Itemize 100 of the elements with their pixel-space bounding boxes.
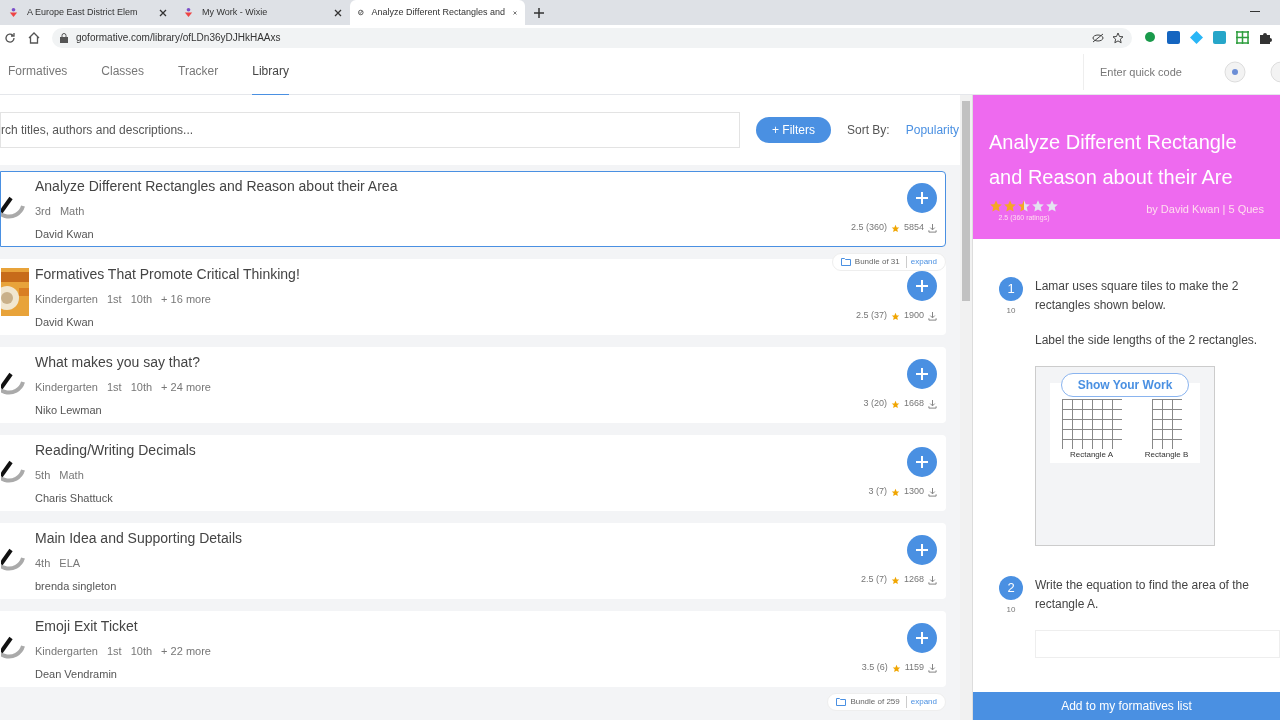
star-icon[interactable] bbox=[1112, 31, 1124, 44]
rating-text: 3 (7) bbox=[868, 485, 887, 499]
extension-icon[interactable] bbox=[1190, 31, 1203, 44]
puzzle-icon[interactable] bbox=[1259, 31, 1272, 44]
download-count: 1668 bbox=[903, 397, 924, 411]
add-button[interactable] bbox=[907, 359, 937, 390]
grade-tag: 10th bbox=[130, 379, 153, 396]
question-text: Lamar uses square tiles to make the 2 rectangles shown below. bbox=[1035, 278, 1240, 314]
grade-tag: Math bbox=[59, 203, 85, 220]
folder-icon bbox=[836, 698, 847, 706]
tab-title: My Work - Wixie bbox=[202, 5, 269, 19]
grade-tag: + 22 more bbox=[161, 643, 211, 660]
author-name: David Kwan bbox=[35, 314, 95, 330]
rating-star-icon bbox=[1045, 199, 1059, 213]
rating-text: 2.5 (360) bbox=[850, 221, 887, 235]
url-text: goformative.com/library/ofLDn36yDJHkHAAxs bbox=[76, 31, 282, 45]
formative-card[interactable]: Analyze Different Rectangles and Reason about their Area 3rd Math David Kwan 2.5 (360) 5854 bbox=[0, 171, 946, 247]
rating-text: 3 (20) bbox=[863, 397, 887, 411]
preview-byline: by David Kwan | 5 Ques bbox=[1146, 202, 1264, 217]
formative-card[interactable]: What makes you say that? Kindergarten 1st 10th + 24 more Niko Lewman 3 (20) 1668 bbox=[0, 347, 946, 423]
formative-card[interactable]: Main Idea and Supporting Details 4th ELA brenda singleton 2.5 (7) 1268 bbox=[0, 523, 946, 599]
expand-link[interactable]: expand bbox=[905, 696, 937, 708]
address-bar[interactable]: goformative.com/library/ofLDn36yDJHkHAAxs bbox=[52, 27, 1132, 48]
nav-tab[interactable]: Formatives bbox=[8, 48, 68, 96]
formative-title[interactable]: Main Idea and Supporting Details bbox=[35, 528, 861, 549]
download-icon bbox=[928, 663, 937, 673]
grade-tag: + 16 more bbox=[161, 291, 211, 308]
rating-text: 2.5 (37) bbox=[855, 309, 887, 323]
download-count: 1159 bbox=[904, 661, 924, 675]
extension-icon[interactable] bbox=[1213, 31, 1226, 44]
reload-icon[interactable] bbox=[4, 31, 16, 44]
author-name: brenda singleton bbox=[35, 578, 118, 594]
expand-link[interactable]: expand bbox=[905, 256, 937, 268]
author-name: Niko Lewman bbox=[35, 402, 103, 418]
grade-tag: Kindergarten bbox=[35, 379, 98, 396]
eye-slash-icon[interactable] bbox=[1092, 32, 1104, 43]
download-icon bbox=[928, 311, 937, 321]
add-button[interactable] bbox=[907, 183, 937, 214]
add-button[interactable] bbox=[907, 447, 937, 478]
question-number: 1 bbox=[999, 277, 1023, 301]
download-count: 1900 bbox=[903, 309, 924, 323]
star-icon bbox=[890, 399, 900, 409]
grade-tag: 1st bbox=[107, 643, 122, 660]
formative-title[interactable]: Reading/Writing Decimals bbox=[35, 440, 869, 461]
minimize-icon[interactable] bbox=[1250, 11, 1260, 13]
download-count: 1268 bbox=[903, 573, 924, 587]
question-text: Write the equation to find the area of the rectangle A. bbox=[1035, 577, 1250, 613]
close-icon[interactable] bbox=[334, 8, 342, 17]
quick-code-field[interactable]: Enter quick code bbox=[1100, 63, 1200, 81]
nav-tab[interactable]: Classes bbox=[101, 48, 145, 96]
download-count: 1300 bbox=[903, 485, 924, 499]
close-icon[interactable] bbox=[159, 8, 167, 17]
tab-title: A Europe East District Elem bbox=[27, 5, 139, 19]
grade-tag: 5th bbox=[35, 467, 51, 484]
close-icon[interactable] bbox=[512, 8, 517, 17]
star-icon bbox=[890, 223, 900, 233]
formative-title[interactable]: Analyze Different Rectangles and Reason about their Area bbox=[35, 176, 851, 197]
figure-label: Rectangle B bbox=[1144, 449, 1189, 461]
search-field[interactable]: rch titles, authors and descriptions... bbox=[0, 112, 740, 148]
rating-star-icon bbox=[1031, 199, 1045, 213]
download-count: 5854 bbox=[903, 221, 924, 235]
author-name: David Kwan bbox=[35, 226, 95, 242]
star-icon bbox=[890, 487, 900, 497]
help-icon[interactable] bbox=[1224, 61, 1246, 83]
extension-icon[interactable] bbox=[1144, 31, 1157, 44]
grade-tag: 1st bbox=[107, 291, 122, 308]
browser-tab[interactable]: Analyze Different Rectangles and bbox=[350, 0, 525, 25]
rating-star-icon bbox=[989, 199, 1003, 213]
grade-tag: Math bbox=[59, 467, 84, 484]
new-tab-icon[interactable] bbox=[533, 7, 545, 19]
plus-icon bbox=[916, 456, 928, 469]
add-button[interactable] bbox=[907, 535, 937, 566]
grade-tag: 10th bbox=[130, 643, 153, 660]
tile-grid-drawing bbox=[1061, 399, 1122, 449]
download-icon bbox=[928, 487, 937, 497]
nav-tab[interactable]: Tracker bbox=[178, 48, 219, 96]
grade-tag: Kindergarten bbox=[35, 643, 98, 660]
formative-card[interactable]: Reading/Writing Decimals 5th Math Charis Shattuck 3 (7) 1300 bbox=[0, 435, 946, 511]
question-points: 10 bbox=[1006, 305, 1016, 317]
add-button[interactable] bbox=[907, 623, 937, 654]
download-icon bbox=[928, 575, 937, 585]
rating-text: 3.5 (6) bbox=[861, 661, 888, 675]
preview-title: and Reason about their Are bbox=[989, 165, 1234, 190]
rating-text: 2.5 (7) bbox=[860, 573, 887, 587]
home-icon[interactable] bbox=[28, 31, 40, 44]
star-icon bbox=[890, 311, 900, 321]
grid-icon[interactable] bbox=[1236, 31, 1249, 44]
grade-tag: + 24 more bbox=[161, 379, 211, 396]
add-button[interactable] bbox=[907, 271, 937, 302]
formative-title[interactable]: Formatives That Promote Critical Thinking! bbox=[35, 264, 856, 285]
question-points: 10 bbox=[1006, 604, 1016, 616]
star-icon bbox=[890, 575, 900, 585]
formative-card[interactable]: Emoji Exit Ticket Kindergarten 1st 10th + 22 more Dean Vendramin 3.5 (6) 1159 bbox=[0, 611, 946, 687]
formative-title[interactable]: What makes you say that? bbox=[35, 352, 864, 373]
formative-title[interactable]: Emoji Exit Ticket bbox=[35, 616, 862, 637]
figure-icon bbox=[183, 7, 194, 18]
scrollbar[interactable] bbox=[960, 95, 972, 720]
rating-star-icon bbox=[1003, 199, 1017, 213]
extension-icon[interactable] bbox=[1167, 31, 1180, 44]
author-name: Charis Shattuck bbox=[35, 490, 114, 506]
